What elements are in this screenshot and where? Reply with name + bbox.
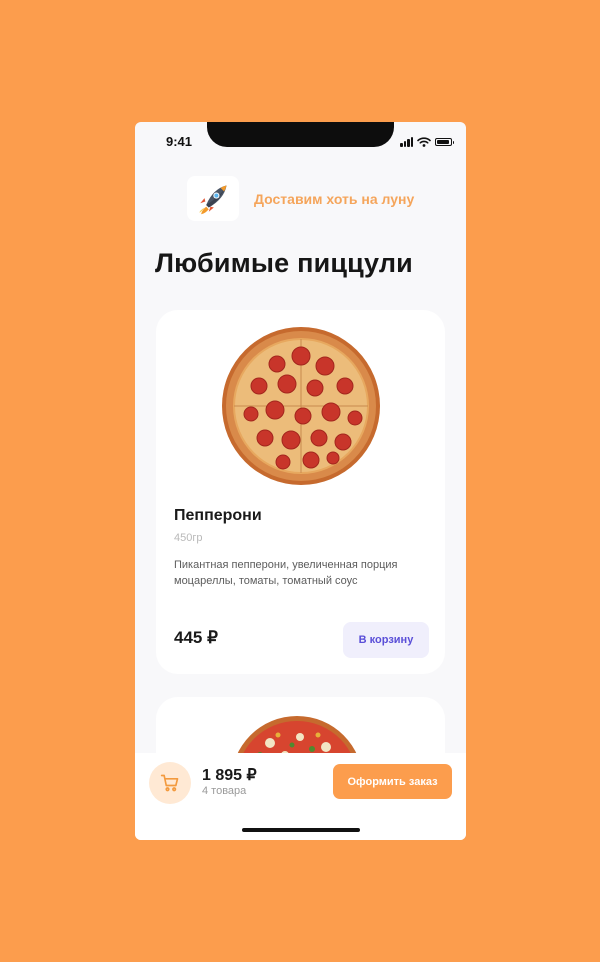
brand-slogan: Доставим хоть на луну xyxy=(254,190,415,207)
checkout-button[interactable]: Оформить заказ xyxy=(333,764,452,799)
cart-count: 4 товара xyxy=(202,785,247,797)
page-title: Любимые пиццули xyxy=(155,248,413,278)
cart-icon xyxy=(160,774,179,792)
home-indicator[interactable] xyxy=(242,828,360,832)
battery-icon xyxy=(435,138,454,146)
logo[interactable] xyxy=(187,176,239,221)
phone-screen: 9:41 Доставим хоть на луну Любимые пиццу… xyxy=(135,122,466,840)
cart-total: 1 895 ₽ xyxy=(202,767,257,784)
cart-button[interactable] xyxy=(149,762,191,804)
product-weight: 450гр xyxy=(174,532,203,544)
status-icons xyxy=(400,136,454,147)
product-name: Пепперони xyxy=(174,507,262,524)
wifi-icon xyxy=(417,137,431,147)
product-price: 445 ₽ xyxy=(174,628,218,647)
product-card[interactable]: Пепперони 450гр Пикантная пепперони, уве… xyxy=(156,310,445,674)
add-to-cart-button[interactable]: В корзину xyxy=(343,622,429,658)
pizza-image xyxy=(222,327,380,485)
signal-icon xyxy=(400,137,413,147)
cart-bar: 1 895 ₽ 4 товара Оформить заказ xyxy=(135,753,466,840)
status-time: 9:41 xyxy=(166,134,193,149)
brand-header: Доставим хоть на луну xyxy=(187,176,414,221)
device-notch xyxy=(207,122,394,147)
rocket-icon xyxy=(199,184,227,214)
product-description: Пикантная пепперони, увеличенная порция … xyxy=(174,559,398,587)
